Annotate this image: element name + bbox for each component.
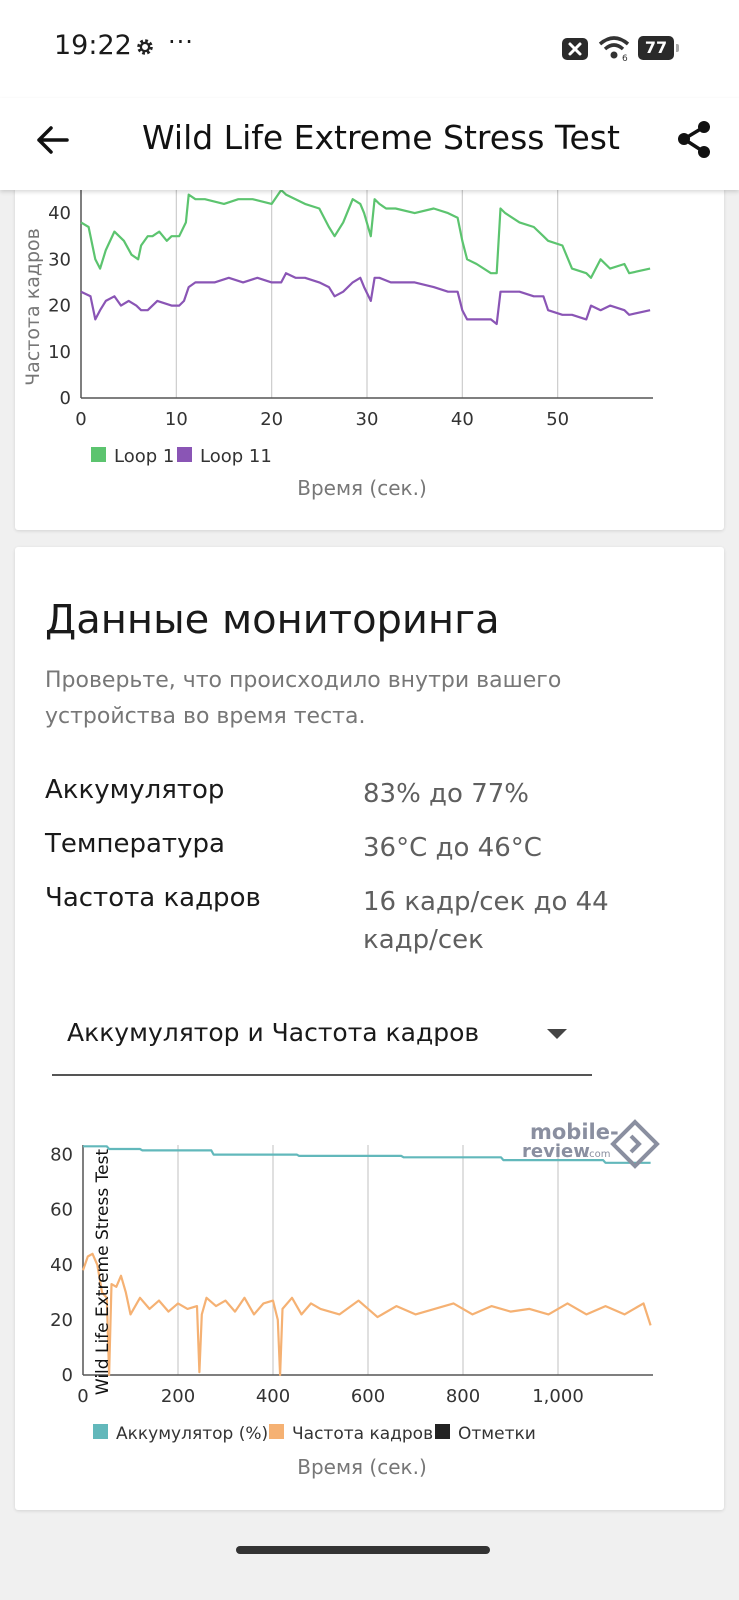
y-tick-label: 40 [50,1255,73,1276]
monitor-chart: 0 200 400 600 800 1,000 0 20 40 60 80 Wild Life Ex… [50,1145,653,1479]
series-line-2 [80,272,651,326]
x-axis-label: Время (сек.) [297,1455,427,1479]
y-tick-label: 0 [60,388,71,409]
legend-swatch-framerate [269,1424,284,1439]
x-tick-label: 20 [260,409,283,430]
legend-label-marks: Отметки [458,1424,536,1444]
y-tick-label: 10 [48,342,71,363]
watermark-logo: mobile- review .com [512,1114,672,1178]
x-tick-label: 200 [161,1386,195,1407]
y-tick-label: 20 [50,1310,73,1331]
legend-swatch-battery [93,1424,108,1439]
x-tick-label: 600 [351,1386,385,1407]
x-tick-label: 10 [165,409,188,430]
svg-text:6: 6 [622,54,628,62]
y-axis-label: Частота кадров [22,228,44,386]
arrow-left-icon [37,126,69,154]
gear-icon [134,36,156,62]
legend-swatch-loop1 [91,447,106,462]
legend-label-loop11: Loop 11 [200,446,272,467]
share-button[interactable] [674,118,714,162]
series-line-1 [80,188,651,279]
x-tick-label: 50 [546,409,569,430]
y-axis-label: Wild Life Extreme Stress Test [93,1149,113,1396]
share-icon [678,121,710,158]
close-icon [562,38,588,64]
fps-chart: 0 10 20 30 40 50 0 10 20 30 40 Частота кадров Loop… [22,188,653,500]
monitoring-card: Данные мониторинга Проверьте, что происх… [15,547,724,1510]
battery-icon: 77 [638,36,679,60]
gesture-nav-handle[interactable] [236,1546,490,1554]
x-tick-label: 800 [446,1386,480,1407]
x-axis-label: Время (сек.) [297,476,427,500]
legend-label-framerate: Частота кадров [292,1424,433,1444]
legend-swatch-marks [435,1424,450,1439]
y-tick-label: 30 [48,249,71,270]
more-icon: ··· [168,28,194,56]
x-tick-label: 0 [75,409,86,430]
series-line-2 [81,1252,652,1377]
x-tick-label: 1,000 [532,1386,584,1407]
status-bar: 19:22 ··· 6 77 [0,0,739,98]
app-bar: Wild Life Extreme Stress Test [0,98,739,190]
y-tick-label: 0 [62,1365,73,1386]
x-tick-label: 30 [356,409,379,430]
watermark-suffix: .com [586,1149,611,1160]
legend-label-loop1: Loop 1 [114,446,174,467]
watermark-line2: review [522,1141,590,1162]
legend-label-battery: Аккумулятор (%) [116,1424,268,1444]
back-button[interactable] [34,120,74,160]
x-tick-label: 0 [77,1386,88,1407]
x-tick-label: 40 [451,409,474,430]
y-tick-label: 80 [50,1145,73,1166]
fps-chart-card: 0 10 20 30 40 50 0 10 20 30 40 Частота кадров Loop… [15,150,724,530]
y-tick-label: 20 [48,296,71,317]
legend-swatch-loop11 [177,447,192,462]
wifi-icon: 6 [598,34,630,66]
status-time: 19:22 [54,30,132,61]
page-title: Wild Life Extreme Stress Test [142,118,620,157]
y-tick-label: 40 [48,203,71,224]
y-tick-label: 60 [50,1200,73,1221]
x-tick-label: 400 [256,1386,290,1407]
